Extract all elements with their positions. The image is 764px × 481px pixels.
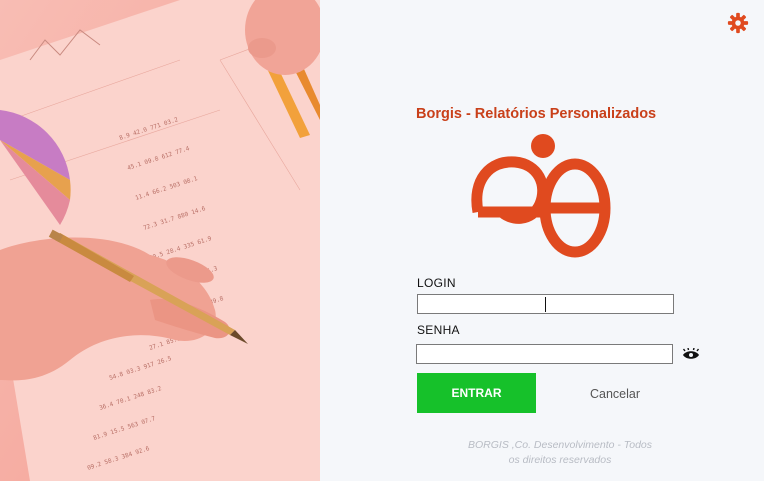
borgis-logo [470,130,620,260]
copyright-footer: BORGIS ,Co. Desenvolvimento - Todos os d… [440,438,680,468]
app-title: Borgis - Relatórios Personalizados [416,106,657,122]
hand-writing-report-image: 8.9 42.0 771 03.2 45.1 09.8 612 77.4 11.… [0,0,320,481]
text-cursor [545,297,546,312]
gear-icon[interactable] [727,12,749,34]
enter-button[interactable]: ENTRAR [417,373,536,413]
footer-line-1: BORGIS ,Co. Desenvolvimento - Todos [467,439,653,451]
password-input[interactable] [416,344,673,364]
senha-label: SENHA [417,323,460,337]
login-label: LOGIN [417,276,456,290]
eye-icon[interactable] [682,347,700,361]
background-photo: 8.9 42.0 771 03.2 45.1 09.8 612 77.4 11.… [0,0,320,481]
cancel-button[interactable]: Cancelar [560,376,670,412]
footer-line-2: os direitos reservados [508,454,612,466]
